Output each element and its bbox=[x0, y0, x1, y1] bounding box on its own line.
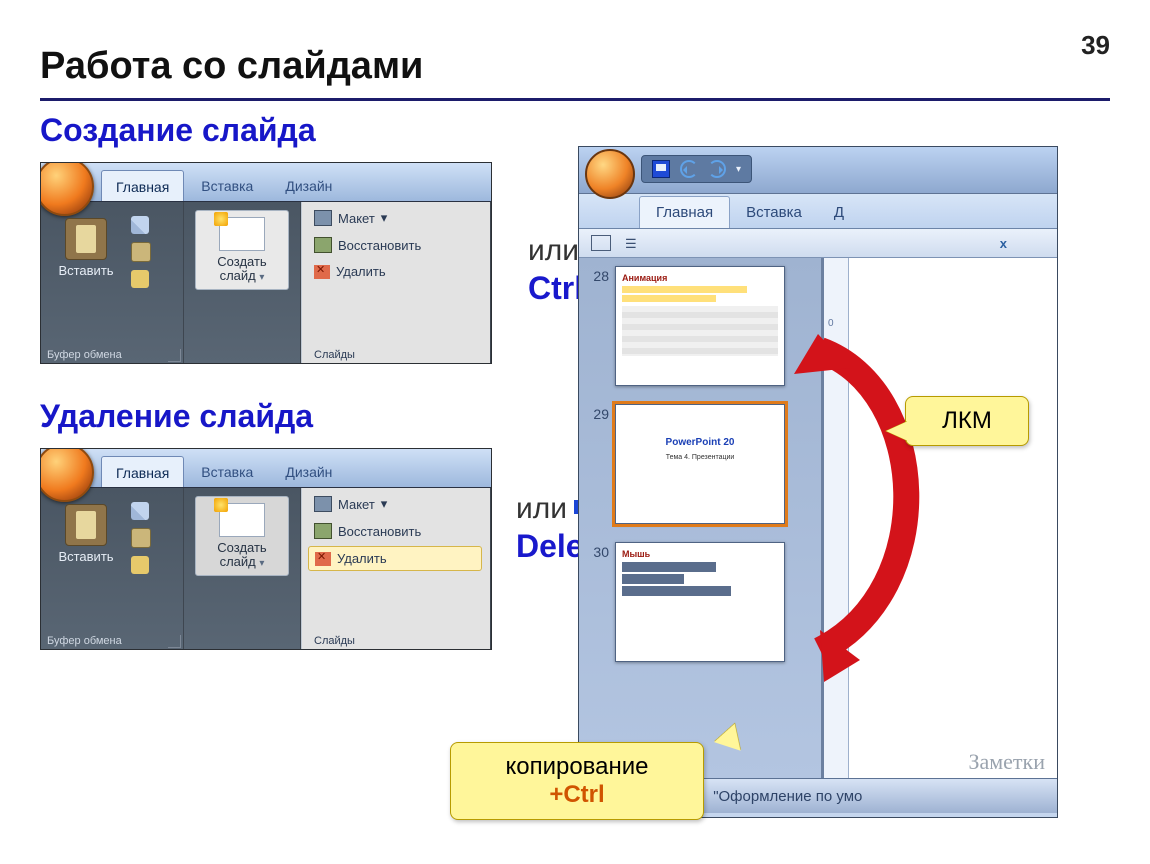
status-theme: "Оформление по умо bbox=[713, 788, 862, 805]
dialog-launcher-icon[interactable] bbox=[168, 349, 181, 362]
callout-lkm-text: ЛКМ bbox=[942, 407, 992, 434]
ribbon-delete-screenshot: Главная Вставка Дизайн Вставить Буфер об… bbox=[40, 448, 492, 650]
layout-button[interactable]: Макет ▾ bbox=[308, 206, 482, 230]
ribbon-create-screenshot: Главная Вставка Дизайн Вставить Буфер об… bbox=[40, 162, 492, 364]
tab-insert[interactable]: Вставка bbox=[730, 197, 818, 228]
slide-thumb-30[interactable]: Мышь bbox=[615, 542, 785, 662]
format-painter-icon[interactable] bbox=[131, 270, 149, 288]
or-label-1: или bbox=[528, 234, 579, 268]
reset-icon bbox=[314, 237, 332, 253]
office-button-icon[interactable] bbox=[585, 149, 635, 199]
tab-home[interactable]: Главная bbox=[101, 170, 184, 201]
copy-icon[interactable] bbox=[131, 528, 151, 548]
layout-icon bbox=[314, 210, 332, 226]
paste-button[interactable]: Вставить bbox=[47, 498, 125, 564]
copy-icon[interactable] bbox=[131, 242, 151, 262]
new-slide-label-2: слайд bbox=[220, 268, 256, 283]
callout-copy-line1: копирование bbox=[505, 753, 648, 780]
group-clipboard-label: Буфер обмена bbox=[47, 632, 177, 650]
new-slide-label-1: Создать bbox=[217, 540, 266, 555]
heading-create-slide: Создание слайда bbox=[40, 112, 316, 149]
page-title: Работа со слайдами bbox=[40, 45, 423, 88]
save-icon[interactable] bbox=[652, 160, 670, 178]
tab-design[interactable]: Дизайн bbox=[270, 169, 347, 201]
cut-icon[interactable] bbox=[131, 216, 149, 234]
slide-thumbnails-pane[interactable]: 28 Анимация 29 PowerPoint 20 Тема 4. Пре… bbox=[579, 258, 822, 778]
notes-label: Заметки bbox=[968, 749, 1045, 775]
outline-view-icon[interactable]: ☰ bbox=[625, 236, 643, 250]
paste-button[interactable]: Вставить bbox=[47, 212, 125, 278]
thumb-number-29: 29 bbox=[583, 404, 609, 422]
slides-view-icon[interactable] bbox=[591, 235, 611, 251]
tab-design[interactable]: Д bbox=[818, 197, 860, 228]
or-label-2: или bbox=[516, 492, 567, 526]
layout-icon bbox=[314, 496, 332, 512]
slide-thumb-29-selected[interactable]: PowerPoint 20 Тема 4. Презентации bbox=[615, 404, 785, 524]
callout-copy: копирование +Ctrl bbox=[450, 742, 704, 820]
clipboard-icon bbox=[65, 218, 107, 260]
thumb-number-30: 30 bbox=[583, 542, 609, 560]
pane-close-icon[interactable]: x bbox=[1000, 236, 1007, 251]
cut-icon[interactable] bbox=[131, 502, 149, 520]
layout-button[interactable]: Макет ▾ bbox=[308, 492, 482, 516]
powerpoint-window: ▾ Главная Вставка Д ☰ x 28 Анимация 29 P… bbox=[578, 146, 1058, 818]
new-slide-label-1: Создать bbox=[217, 254, 266, 269]
reset-button[interactable]: Восстановить bbox=[308, 519, 482, 543]
heading-delete-slide: Удаление слайда bbox=[40, 398, 313, 435]
thumb29-sub: Тема 4. Презентации bbox=[622, 454, 778, 461]
qat-dropdown-icon[interactable]: ▾ bbox=[736, 164, 741, 175]
tab-home[interactable]: Главная bbox=[639, 196, 730, 228]
new-slide-button[interactable]: Создать слайд ▾ bbox=[195, 496, 289, 576]
delete-button[interactable]: Удалить bbox=[308, 260, 482, 283]
clipboard-icon bbox=[65, 504, 107, 546]
vertical-ruler: 0 bbox=[824, 258, 849, 778]
group-clipboard-label: Буфер обмена bbox=[47, 346, 177, 364]
new-slide-button[interactable]: Создать слайд ▾ bbox=[195, 210, 289, 290]
redo-icon[interactable] bbox=[708, 160, 726, 178]
thumb-number-28: 28 bbox=[583, 266, 609, 284]
quick-access-toolbar: ▾ bbox=[641, 155, 752, 183]
new-slide-label-2: слайд bbox=[220, 554, 256, 569]
callout-copy-line2: +Ctrl bbox=[467, 781, 687, 809]
delete-button-hover[interactable]: Удалить bbox=[308, 546, 482, 571]
tab-insert[interactable]: Вставка bbox=[186, 455, 268, 487]
new-slide-icon bbox=[219, 217, 265, 251]
callout-lkm: ЛКМ bbox=[905, 396, 1029, 446]
group-slides-label: Слайды bbox=[308, 346, 482, 364]
thumb29-title: PowerPoint 20 bbox=[622, 437, 778, 448]
tab-home[interactable]: Главная bbox=[101, 456, 184, 487]
new-slide-icon bbox=[219, 503, 265, 537]
slide-thumb-28[interactable]: Анимация bbox=[615, 266, 785, 386]
group-slides-label: Слайды bbox=[308, 632, 482, 650]
reset-icon bbox=[314, 523, 332, 539]
tab-insert[interactable]: Вставка bbox=[186, 169, 268, 201]
delete-icon bbox=[315, 552, 331, 566]
page-number: 39 bbox=[1081, 30, 1110, 61]
undo-icon[interactable] bbox=[680, 160, 698, 178]
title-rule bbox=[40, 98, 1110, 101]
dialog-launcher-icon[interactable] bbox=[168, 635, 181, 648]
slide-editor-area[interactable]: 0 bbox=[822, 258, 1057, 778]
tab-design[interactable]: Дизайн bbox=[270, 455, 347, 487]
paste-label: Вставить bbox=[58, 549, 113, 564]
format-painter-icon[interactable] bbox=[131, 556, 149, 574]
paste-label: Вставить bbox=[58, 263, 113, 278]
reset-button[interactable]: Восстановить bbox=[308, 233, 482, 257]
delete-icon bbox=[314, 265, 330, 279]
